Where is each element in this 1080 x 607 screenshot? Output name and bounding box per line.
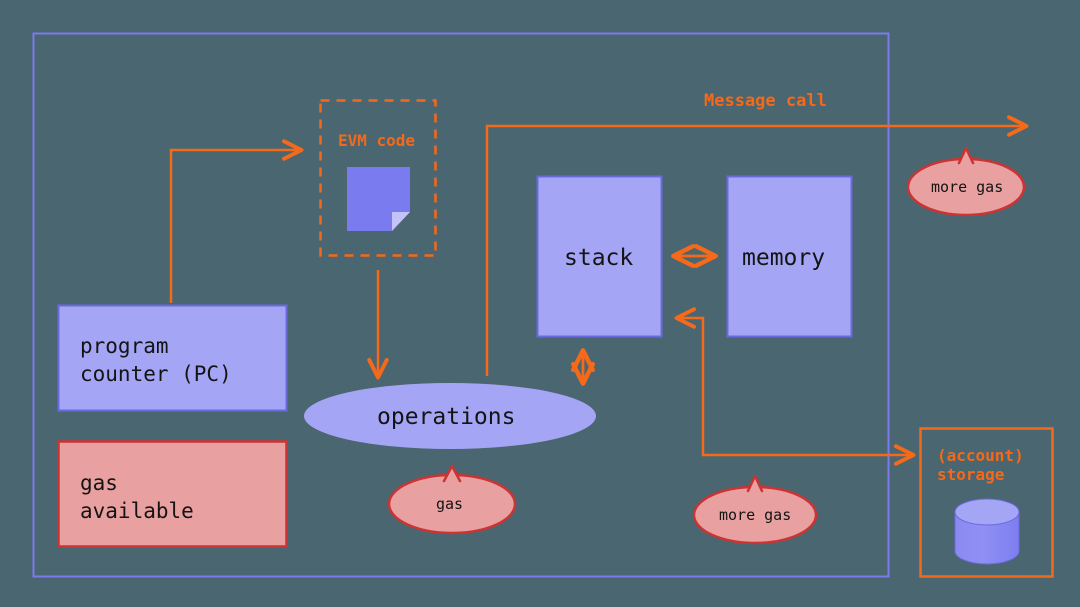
operations-ellipse bbox=[304, 383, 596, 449]
diagram-vector-layer bbox=[32, 32, 1054, 578]
edge-pc-to-evm-code bbox=[169, 139, 304, 303]
stack-box bbox=[536, 175, 663, 338]
document-icon bbox=[347, 167, 410, 231]
more-gas-bottom-callout bbox=[692, 474, 818, 545]
database-icon bbox=[954, 498, 1020, 565]
gas-callout bbox=[387, 464, 517, 535]
more-gas-top-callout bbox=[906, 146, 1026, 217]
memory-box bbox=[726, 175, 853, 338]
gas-available-box bbox=[57, 440, 288, 548]
program-counter-box bbox=[57, 304, 288, 412]
edge-storage-to-stack bbox=[674, 307, 916, 466]
diagram-canvas: EVM code program counter (PC) gas availa… bbox=[0, 0, 1080, 607]
